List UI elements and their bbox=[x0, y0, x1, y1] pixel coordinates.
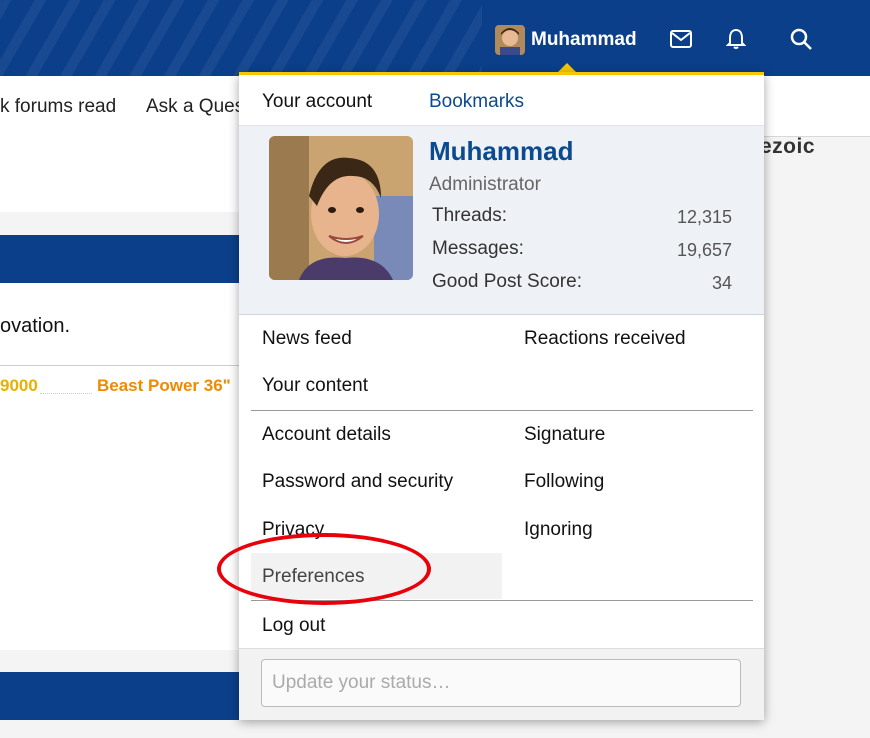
stat-score-value: 34 bbox=[711, 273, 732, 293]
menu-signature[interactable]: Signature bbox=[524, 424, 605, 446]
bell-icon[interactable] bbox=[721, 24, 751, 54]
content-panel bbox=[0, 136, 240, 212]
tab-bookmarks[interactable]: Bookmarks bbox=[429, 91, 524, 113]
user-menu-button[interactable]: Muhammad bbox=[495, 24, 637, 56]
status-input[interactable] bbox=[261, 659, 741, 707]
menu-password-security[interactable]: Password and security bbox=[262, 471, 453, 493]
menu-ignoring[interactable]: Ignoring bbox=[524, 519, 593, 541]
profile-card: Muhammad Administrator Threads: 12,315 M… bbox=[239, 125, 764, 315]
stat-threads-label: Threads: bbox=[432, 205, 507, 226]
content-text: ovation. bbox=[0, 315, 71, 337]
menu-privacy[interactable]: Privacy bbox=[262, 519, 324, 541]
marquee-link-left[interactable]: 9000 bbox=[0, 376, 38, 396]
stat-messages-label: Messages: bbox=[432, 238, 524, 259]
username-label: Muhammad bbox=[531, 29, 637, 50]
menu-reactions-received[interactable]: Reactions received bbox=[524, 328, 686, 350]
account-popup-menu: Your account Bookmarks Muhammad Administ… bbox=[239, 72, 764, 720]
marquee-link-right[interactable]: Beast Power 36" bbox=[97, 376, 231, 396]
ezoic-logo: ezoic bbox=[760, 135, 816, 158]
menu-preferences[interactable]: Preferences bbox=[262, 566, 364, 588]
search-icon[interactable] bbox=[786, 24, 816, 54]
menu-divider bbox=[251, 410, 753, 411]
menu-your-content[interactable]: Your content bbox=[262, 375, 368, 397]
stat-score-label: Good Post Score: bbox=[432, 271, 582, 292]
block-header-bar bbox=[0, 235, 240, 283]
menu-account-details[interactable]: Account details bbox=[262, 424, 391, 446]
profile-avatar[interactable] bbox=[269, 136, 413, 280]
avatar bbox=[495, 25, 525, 55]
profile-username[interactable]: Muhammad bbox=[429, 136, 573, 167]
stat-messages-value: 19,657 bbox=[676, 240, 732, 260]
menu-following[interactable]: Following bbox=[524, 471, 604, 493]
menu-news-feed[interactable]: News feed bbox=[262, 328, 352, 350]
divider bbox=[0, 365, 240, 366]
envelope-icon[interactable] bbox=[666, 24, 696, 54]
menu-log-out[interactable]: Log out bbox=[262, 615, 325, 637]
popup-tabs: Your account Bookmarks bbox=[239, 75, 764, 125]
subnav-item-forums-read[interactable]: k forums read bbox=[0, 96, 116, 118]
tab-your-account[interactable]: Your account bbox=[262, 91, 372, 113]
stat-threads-value: 12,315 bbox=[676, 207, 732, 227]
subnav-item-ask-question[interactable]: Ask a Ques bbox=[146, 96, 244, 118]
content-block bbox=[0, 283, 240, 650]
profile-role: Administrator bbox=[429, 174, 541, 195]
dotted-separator bbox=[40, 393, 92, 394]
menu-divider bbox=[251, 600, 753, 601]
